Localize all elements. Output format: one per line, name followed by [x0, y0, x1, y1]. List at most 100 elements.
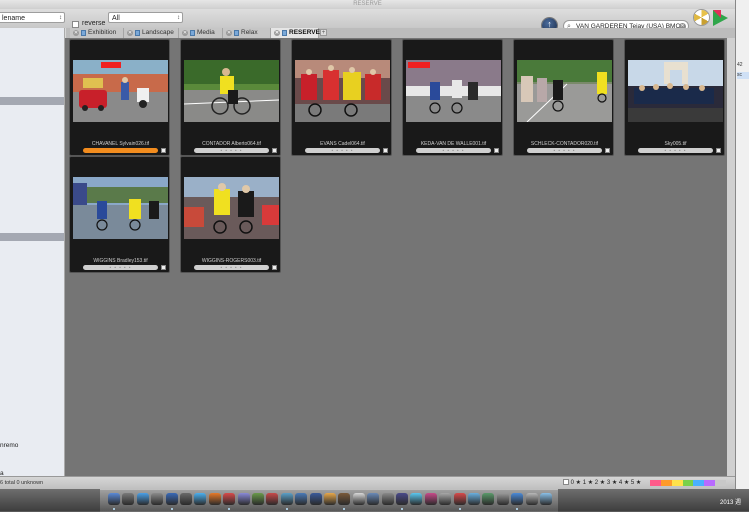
photo-thumbnail — [73, 177, 168, 239]
dock-app-icon[interactable] — [194, 493, 207, 505]
thumbnail-card[interactable]: WIGGINS-ROGERS003.tif • • • • • — [180, 156, 281, 273]
color-label-swatch[interactable] — [660, 480, 672, 486]
sort-select[interactable]: lename ↕ — [0, 12, 65, 23]
close-tab-icon[interactable]: ✕ — [182, 30, 188, 36]
sidebar-item-label[interactable]: nremo — [0, 442, 18, 449]
tab-exhibition[interactable]: ✕ Exhibition — [70, 28, 124, 38]
dock-app-icon[interactable] — [295, 493, 308, 505]
reverse-checkbox[interactable] — [72, 21, 79, 28]
folder-icon — [135, 30, 140, 36]
tab-relax[interactable]: ✕ Relax — [223, 28, 271, 38]
star-rating[interactable]: • • • • • — [416, 148, 491, 153]
dock-app-icon[interactable] — [223, 493, 236, 505]
status-bar: 6 total 0 unknown 0 ★ 1 ★ 2 ★ 3 ★ 4 ★ 5 … — [0, 476, 735, 489]
play-slideshow-accent — [713, 10, 721, 26]
thumbnail-card[interactable]: CHAVANEL Sylvain026.tif • • • • • — [69, 39, 170, 156]
background-window: 42 sc — [735, 0, 749, 489]
color-label-swatch[interactable] — [682, 480, 694, 486]
close-tab-icon[interactable]: ✕ — [73, 30, 79, 36]
star-rating[interactable]: • • • • • — [305, 148, 380, 153]
dock-running-indicator — [458, 508, 461, 510]
dock-app-icon[interactable] — [324, 493, 336, 505]
star-rating[interactable]: • • • • • — [194, 265, 269, 270]
dock-app-icon[interactable] — [136, 493, 149, 505]
dock-app-icon[interactable] — [453, 493, 466, 505]
dock-app-icon[interactable] — [352, 493, 365, 505]
select-checkbox[interactable] — [161, 265, 166, 270]
dock-app-icon[interactable] — [338, 493, 351, 505]
close-tab-icon[interactable]: ✕ — [127, 30, 133, 36]
thumbnail-filename: CHAVANEL Sylvain026.tif — [91, 141, 150, 147]
rating-filter-checkbox[interactable] — [563, 479, 569, 486]
dock-app-icon[interactable] — [280, 493, 293, 505]
dock-app-icon[interactable] — [237, 493, 250, 505]
add-tab-icon[interactable]: + — [320, 29, 327, 36]
dock-app-icon[interactable] — [525, 493, 538, 505]
color-label-swatch[interactable] — [650, 480, 661, 486]
rating-filter[interactable]: 0 ★ 1 ★ 2 ★ 3 ★ 4 ★ 5 ★ — [563, 479, 641, 486]
dock-running-indicator — [401, 508, 403, 510]
select-checkbox[interactable] — [716, 148, 721, 153]
color-label-swatch[interactable] — [715, 480, 727, 486]
dock-app-icon[interactable] — [108, 493, 120, 505]
menu-clock: 2013 週 — [720, 500, 742, 506]
sidebar-selected-row[interactable] — [0, 97, 64, 105]
dock — [100, 489, 558, 512]
chevron-updown-icon: ↕ — [177, 15, 180, 21]
dock-app-icon[interactable] — [439, 493, 452, 505]
star-rating[interactable]: • • • • • — [527, 148, 602, 153]
rating-filter-label: 0 ★ 1 ★ 2 ★ 3 ★ 4 ★ 5 ★ — [570, 480, 642, 486]
dock-app-icon[interactable] — [482, 493, 495, 505]
color-label-filter[interactable] — [650, 480, 727, 486]
star-rating[interactable]: • • • • • — [83, 265, 158, 270]
select-checkbox[interactable] — [272, 265, 277, 270]
dock-app-icon[interactable] — [309, 493, 322, 505]
photo-thumbnail — [184, 60, 279, 122]
select-checkbox[interactable] — [605, 148, 610, 153]
select-checkbox[interactable] — [383, 148, 388, 153]
select-checkbox[interactable] — [272, 148, 277, 153]
star-rating[interactable]: • • • • • — [638, 148, 713, 153]
dock-app-icon[interactable] — [367, 493, 380, 505]
tab-reserve[interactable]: ✕ RESERVE — [271, 28, 320, 38]
scrollbar-track[interactable] — [727, 38, 735, 476]
color-label-swatch[interactable] — [704, 480, 716, 486]
burn-disc-icon[interactable] — [694, 10, 709, 25]
filter-select-value: All — [112, 15, 120, 22]
dock-app-icon[interactable] — [252, 493, 264, 505]
dock-app-icon[interactable] — [468, 493, 480, 505]
thumbnail-card[interactable]: SCHLECK-CONTADOR020.tif • • • • • — [513, 39, 614, 156]
close-tab-icon[interactable]: ✕ — [274, 30, 280, 36]
chevron-updown-icon: ↕ — [59, 15, 62, 21]
thumbnail-card[interactable]: CONTADOR Alberto064.tif • • • • • — [180, 39, 281, 156]
dock-app-icon[interactable] — [165, 493, 178, 505]
color-label-swatch[interactable] — [671, 480, 683, 486]
thumbnail-card[interactable]: WIGGINS Bradley153.tif • • • • • — [69, 156, 170, 273]
dock-app-icon[interactable] — [540, 493, 552, 505]
star-rating[interactable]: • • • • • — [83, 148, 158, 153]
star-rating[interactable]: • • • • • — [194, 148, 269, 153]
dock-app-icon[interactable] — [266, 493, 279, 505]
dock-app-icon[interactable] — [511, 493, 524, 505]
dock-app-icon[interactable] — [122, 493, 135, 505]
folder-icon — [282, 30, 287, 36]
tab-landscape[interactable]: ✕ Landscape — [124, 28, 179, 38]
tab-media[interactable]: ✕ Media — [179, 28, 223, 38]
dock-app-icon[interactable] — [496, 493, 509, 505]
filter-select[interactable]: All ↕ — [108, 12, 183, 23]
thumbnail-card[interactable]: EVANS Cadel064.tif • • • • • — [291, 39, 392, 156]
thumbnail-card[interactable]: KEDA-VAN DE WALLE001.tif • • • • • — [402, 39, 503, 156]
select-checkbox[interactable] — [494, 148, 499, 153]
dock-app-icon[interactable] — [410, 493, 423, 505]
dock-app-icon[interactable] — [208, 493, 221, 505]
dock-app-icon[interactable] — [381, 493, 394, 505]
close-tab-icon[interactable]: ✕ — [226, 30, 232, 36]
thumbnail-card[interactable]: Sky005.tif • • • • • — [624, 39, 725, 156]
dock-app-icon[interactable] — [424, 493, 437, 505]
color-label-swatch[interactable] — [693, 480, 705, 486]
dock-app-icon[interactable] — [180, 493, 192, 505]
select-checkbox[interactable] — [161, 148, 166, 153]
dock-app-icon[interactable] — [151, 493, 164, 505]
sidebar-selected-row[interactable] — [0, 233, 64, 241]
dock-app-icon[interactable] — [396, 493, 408, 505]
